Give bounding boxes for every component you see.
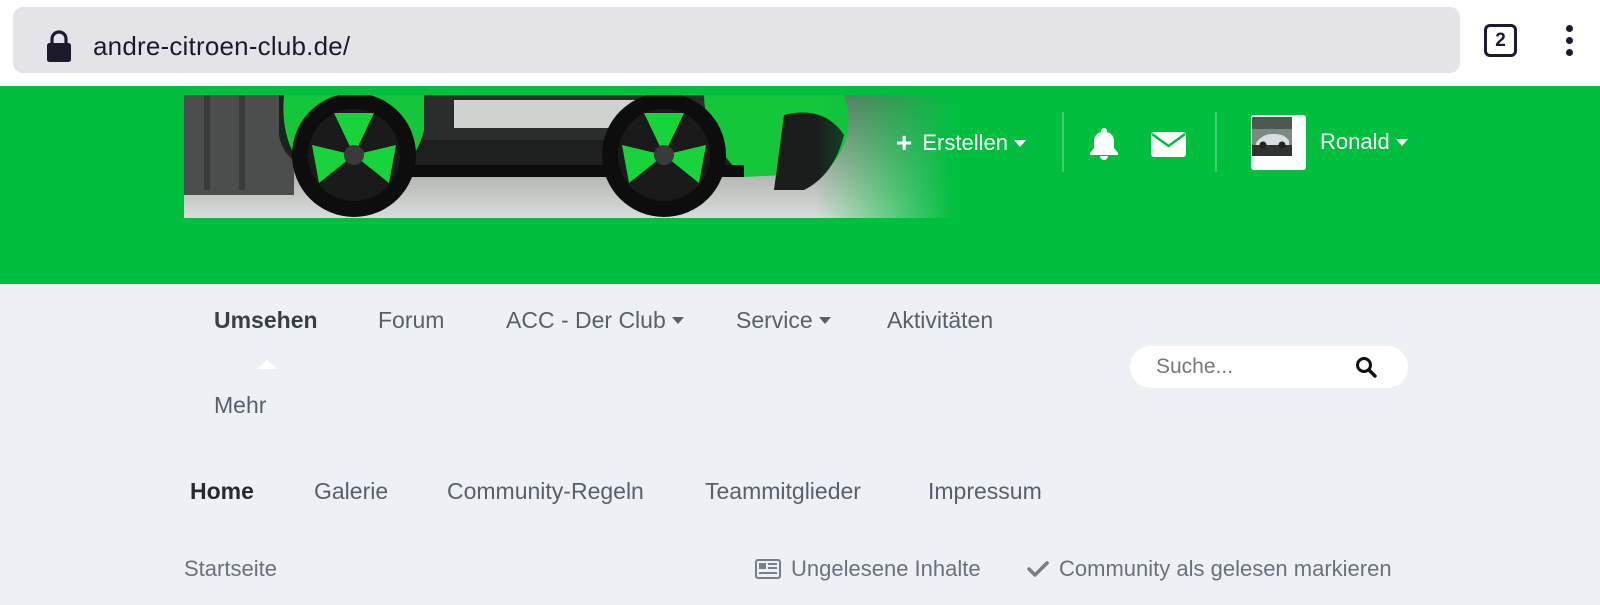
subnav-item-galerie[interactable]: Galerie xyxy=(314,478,388,505)
browser-menu-icon[interactable] xyxy=(1561,25,1577,57)
unread-content-label: Ungelesene Inhalte xyxy=(791,556,981,581)
search-input[interactable] xyxy=(1156,352,1356,382)
nav-item-label: Mehr xyxy=(214,392,267,418)
nav-item-label: Umsehen xyxy=(214,307,318,333)
subnav-item-teammitglieder[interactable]: Teammitglieder xyxy=(705,478,861,505)
caret-down-icon xyxy=(671,317,684,324)
tab-switcher-button[interactable]: 2 xyxy=(1484,24,1517,57)
nav-item-label: ACC - Der Club xyxy=(506,307,666,333)
primary-nav: Umsehen Forum ACC - Der Club Service Akt… xyxy=(0,284,1600,434)
nav-item-acc-der-club[interactable]: ACC - Der Club xyxy=(506,307,684,334)
checkmark-icon xyxy=(1027,561,1049,577)
search-icon[interactable] xyxy=(1355,356,1377,378)
caret-down-icon xyxy=(1395,138,1408,146)
plus-icon: + xyxy=(896,127,913,158)
subnav-item-impressum[interactable]: Impressum xyxy=(928,478,1042,505)
lock-icon xyxy=(47,30,71,62)
mark-community-read-label: Community als gelesen markieren xyxy=(1059,556,1392,581)
breadcrumb[interactable]: Startseite xyxy=(184,556,277,582)
nav-item-umsehen[interactable]: Umsehen xyxy=(214,307,318,334)
address-bar[interactable]: andre-citroen-club.de/ xyxy=(13,7,1460,73)
notifications-bell-icon[interactable] xyxy=(1088,126,1120,160)
subnav-item-home[interactable]: Home xyxy=(190,478,254,505)
search-box xyxy=(1130,346,1408,388)
header-divider xyxy=(1215,112,1217,172)
nav-item-label: Aktivitäten xyxy=(887,307,994,333)
header-banner-image xyxy=(184,95,954,218)
nav-item-label: Forum xyxy=(378,307,445,333)
nav-item-forum[interactable]: Forum xyxy=(378,307,444,334)
active-nav-pointer xyxy=(257,360,277,369)
nav-item-aktivitaeten[interactable]: Aktivitäten xyxy=(887,307,993,334)
caret-down-icon xyxy=(1013,139,1026,147)
unread-content-link[interactable]: Ungelesene Inhalte xyxy=(755,556,981,582)
avatar-photo-image xyxy=(1251,115,1306,170)
mark-community-read-link[interactable]: Community als gelesen markieren xyxy=(1027,556,1392,582)
nav-item-mehr[interactable]: Mehr xyxy=(214,392,266,419)
user-avatar[interactable] xyxy=(1251,115,1306,170)
site-header: + Erstellen Ronald xyxy=(0,86,1600,284)
create-label: Erstellen xyxy=(922,130,1008,155)
user-menu-button[interactable]: Ronald xyxy=(1320,129,1408,155)
header-divider xyxy=(1062,112,1064,172)
url-text[interactable]: andre-citroen-club.de/ xyxy=(93,31,350,62)
nav-item-service[interactable]: Service xyxy=(736,307,831,334)
newspaper-icon xyxy=(755,559,781,579)
caret-down-icon xyxy=(818,317,831,324)
user-name-label: Ronald xyxy=(1320,129,1390,154)
messages-envelope-icon[interactable] xyxy=(1151,132,1186,157)
nav-item-label: Service xyxy=(736,307,813,333)
create-button[interactable]: + Erstellen xyxy=(896,128,1026,158)
browser-toolbar: andre-citroen-club.de/ 2 xyxy=(0,0,1600,86)
subnav-item-community-regeln[interactable]: Community-Regeln xyxy=(447,478,644,505)
